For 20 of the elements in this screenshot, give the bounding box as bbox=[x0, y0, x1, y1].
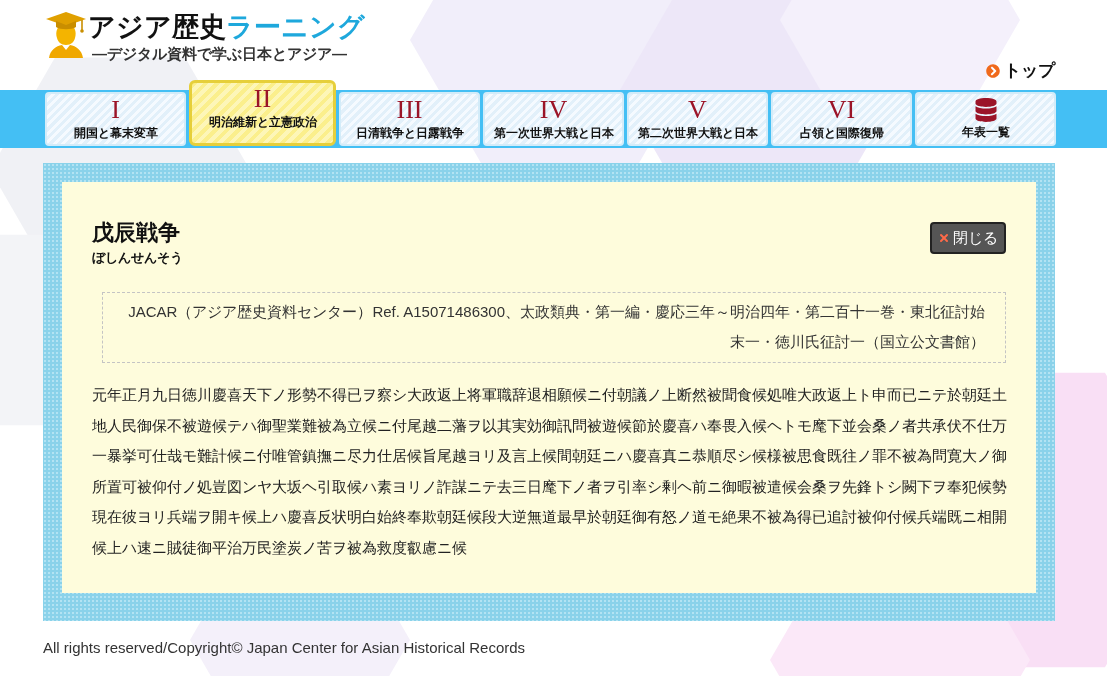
nav-tab[interactable]: I 開国と幕末変革 bbox=[45, 92, 186, 146]
graduate-icon bbox=[45, 10, 87, 58]
close-icon bbox=[938, 232, 950, 244]
nav-tab[interactable]: 年表一覧 bbox=[915, 92, 1056, 146]
nav-tab[interactable]: IV 第一次世界大戦と日本 bbox=[483, 92, 624, 146]
nav-tab[interactable]: V 第二次世界大戦と日本 bbox=[627, 92, 768, 146]
nav-tab[interactable]: III 日清戦争と日露戦争 bbox=[339, 92, 480, 146]
logo-title: アジア歴史 bbox=[88, 11, 226, 44]
logo-title-accent: ラーニング bbox=[226, 11, 365, 44]
nav-tab[interactable]: II 明治維新と立憲政治 bbox=[189, 80, 336, 146]
source-citation: JACAR（アジア歴史資料センター）Ref. A15071486300、太政類典・第一編・慶応三年～明治四年・第二百十一巻・東北征討始末一・徳川氏征討一（国立公文書館） bbox=[102, 292, 1006, 363]
logo-tagline: —デジタル資料で学ぶ日本とアジア— bbox=[91, 44, 348, 64]
document-text: 元年正月九日徳川慶喜天下ノ形勢不得已ヲ察シ大政返上将軍職辞退相願候ニ付朝議ノ上断然被聞食候処唯大政返上ト申而已ニテ於朝廷土地人民御保不被遊候テハ御聖業難被為立候ニ付尾越二藩ヲ以其実効御訊問被遊候節於慶喜ハ奉畏入候ヘトモ麾下並会桑ノ者共承伏不仕万一暴挙可仕哉モ難計候ニ付唯管鎮撫ニ尽力仕居候旨尾越ヨリ及言上候間朝廷ニハ慶喜真ニ恭順尽シ候様被思食既往ノ罪不被為問寛大ノ御所置可被仰付ノ処豈図ンヤ大坂ヘ引取候ハ素ヨリノ詐謀ニテ去三日麾下ノ者ヲ引率シ剰ヘ前ニ御暇被遣候会桑ヲ先鋒トシ闕下ヲ奉犯候勢現在彼ヨリ兵端ヲ開キ候上ハ慶喜反状明白始終奉欺朝廷候段大逆無道最早於朝廷御有怒ノ道モ絶果不被為得已追討被仰付候兵端既ニ相開候上ハ速ニ賊徒御平治万民塗炭ノ苦ヲ被為救度叡慮ニ候 bbox=[92, 385, 1008, 558]
close-button[interactable]: 閉じる bbox=[930, 222, 1006, 254]
database-icon bbox=[974, 98, 997, 122]
nav-tab[interactable]: VI 占領と国際復帰 bbox=[771, 92, 912, 146]
article-reading: ぼしんせんそう bbox=[92, 249, 183, 267]
article-title: 戊辰戦争 bbox=[92, 219, 181, 247]
copyright-footer: All rights reserved/Copyright© Japan Center for Asian Historical Records bbox=[43, 638, 526, 658]
top-link[interactable]: トップ bbox=[986, 61, 1055, 81]
